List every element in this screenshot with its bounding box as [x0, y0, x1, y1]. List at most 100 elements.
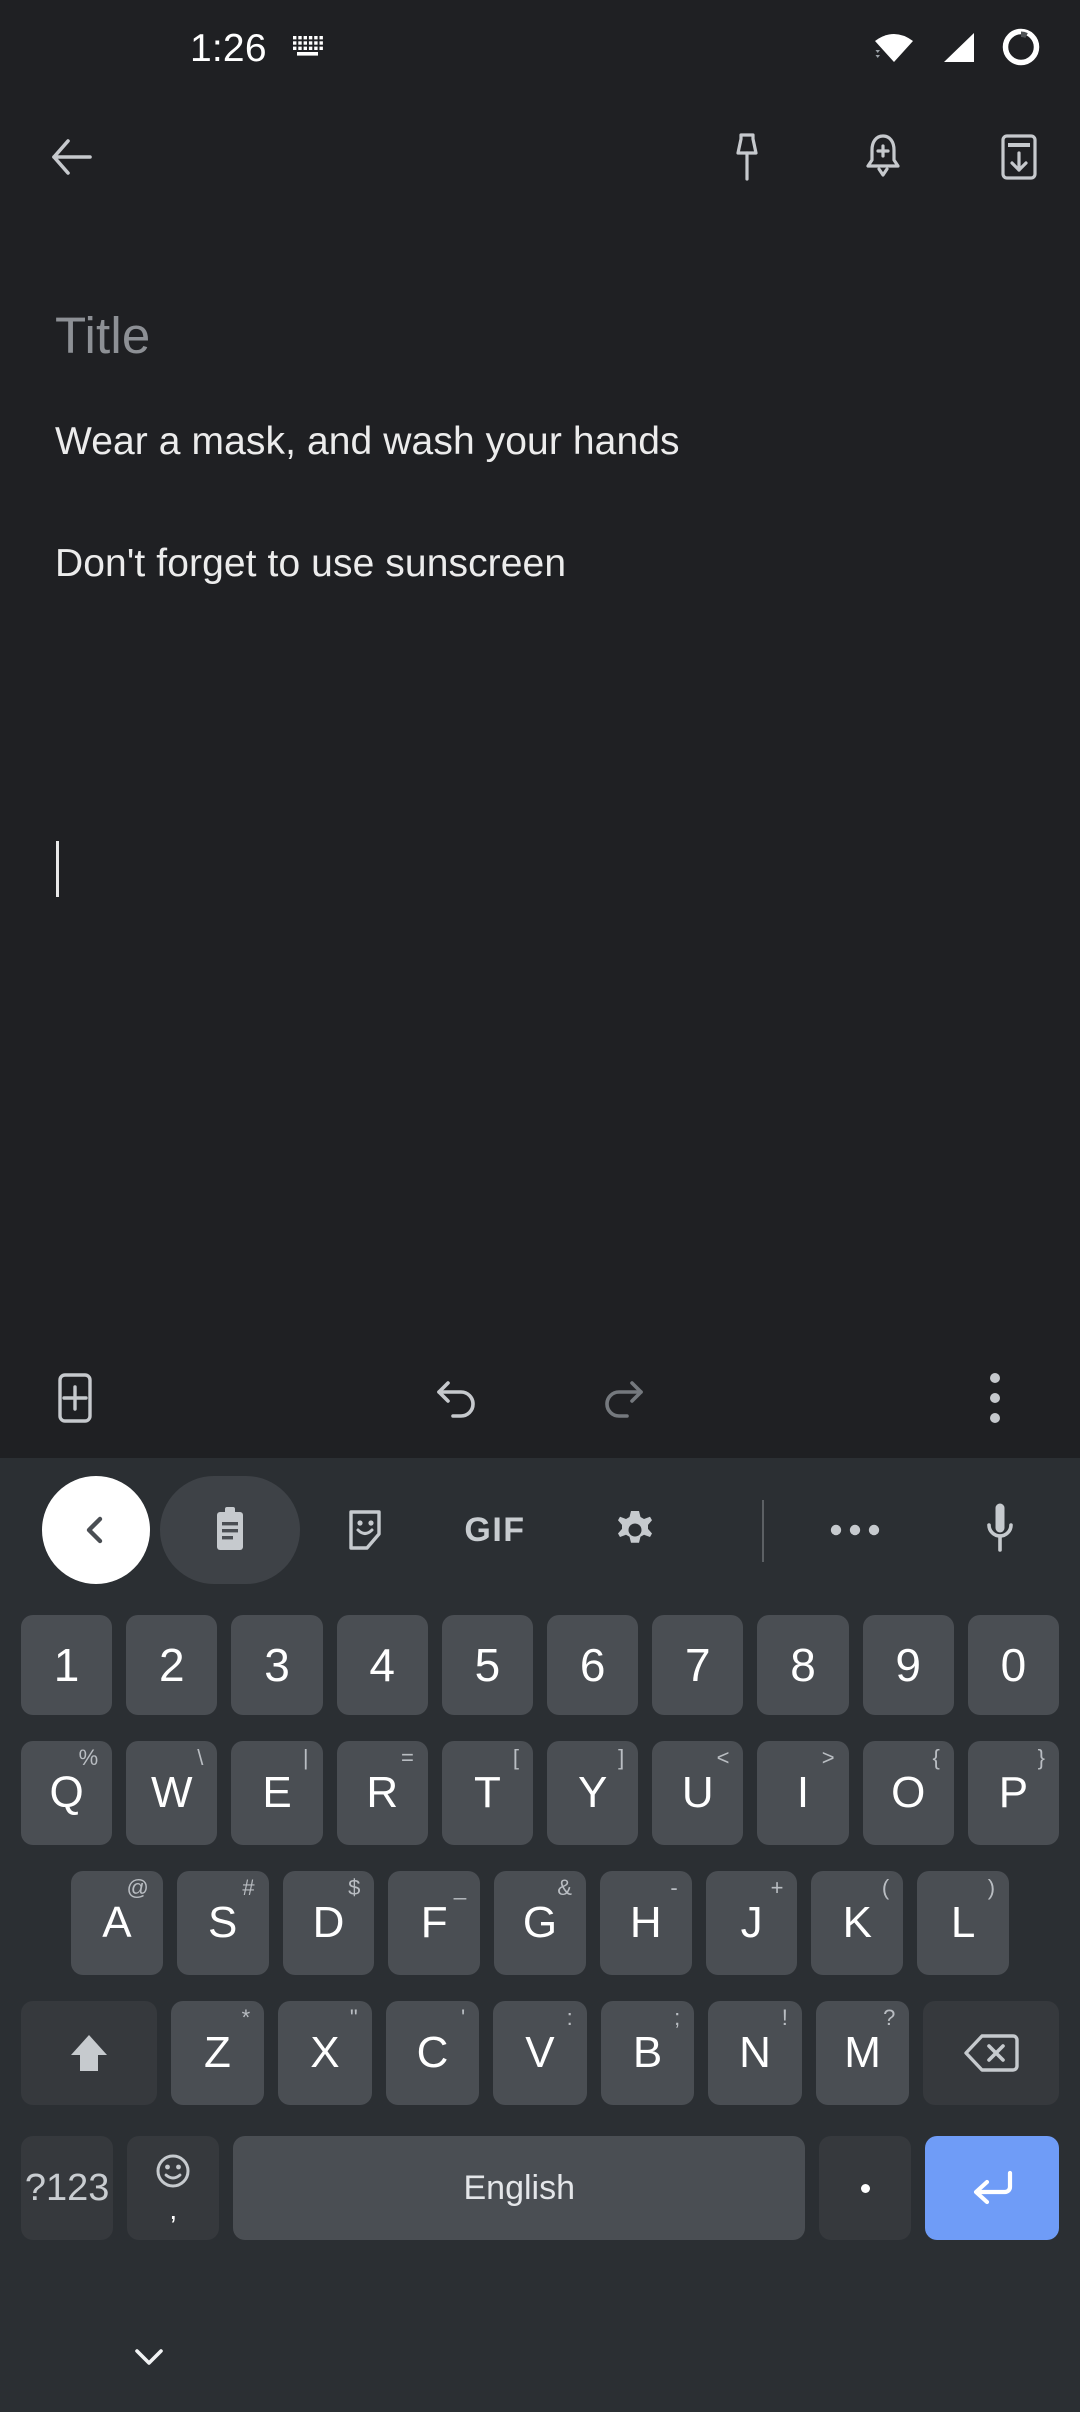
key-s[interactable]: # S — [176, 1871, 269, 1975]
key-4[interactable]: 4 — [336, 1615, 428, 1715]
key-hint: } — [1037, 1745, 1046, 1770]
app-bar — [0, 98, 1080, 216]
clipboard-icon[interactable] — [160, 1476, 300, 1584]
more-options-icon[interactable] — [958, 1361, 1032, 1435]
key-d[interactable]: $ D — [282, 1871, 375, 1975]
key-l[interactable]: ) L — [917, 1871, 1010, 1975]
key-label: 0 — [1000, 1639, 1027, 1691]
key-e[interactable]: | E — [231, 1741, 323, 1845]
key-n[interactable]: ! N — [708, 2001, 802, 2105]
key-v[interactable]: :V — [493, 2001, 587, 2105]
battery-ring-icon — [1000, 26, 1042, 73]
keyboard-row-top: % Q \ W | E = R[T] Y < U > I{O} P — [0, 1728, 1080, 1858]
key-j[interactable]: + J — [705, 1871, 798, 1975]
key-f[interactable]: _ F — [388, 1871, 481, 1975]
key-i[interactable]: > I — [757, 1741, 849, 1845]
key-hint: - — [670, 1875, 678, 1900]
emoji-smiley-icon — [156, 2154, 190, 2188]
key-hint: \ — [197, 1745, 204, 1770]
key-g[interactable]: & G — [494, 1871, 586, 1975]
reminder-bell-icon[interactable] — [838, 112, 928, 202]
key-y[interactable]: ] Y — [547, 1741, 639, 1845]
key-o[interactable]: {O — [862, 1741, 954, 1845]
gif-icon[interactable]: GIF — [440, 1476, 550, 1584]
key-hint: ] — [618, 1745, 625, 1770]
space-key[interactable]: English — [233, 2136, 806, 2240]
key-label: A — [102, 1898, 132, 1947]
key-label: 9 — [895, 1639, 922, 1691]
key-3[interactable]: 3 — [231, 1615, 323, 1715]
key-8[interactable]: 8 — [757, 1615, 849, 1715]
microphone-icon[interactable] — [950, 1476, 1050, 1584]
period-key[interactable] — [819, 2136, 912, 2240]
hide-keyboard-chevron-icon[interactable] — [128, 2343, 170, 2376]
emoji-key[interactable]: , — [127, 2136, 220, 2240]
key-hint: * — [241, 2005, 251, 2030]
key-label: R — [366, 1768, 399, 1817]
key-h[interactable]: -H — [599, 1871, 692, 1975]
key-r[interactable]: = R — [336, 1741, 428, 1845]
key-a[interactable]: @ A — [71, 1871, 163, 1975]
key-label: S — [207, 1898, 238, 1947]
key-9[interactable]: 9 — [862, 1615, 954, 1715]
key-hint: { — [932, 1745, 940, 1770]
key-p[interactable]: } P — [967, 1741, 1060, 1845]
key-label: C — [416, 2028, 449, 2077]
key-k[interactable]: (K — [811, 1871, 904, 1975]
status-bar: 1:26 — [0, 0, 1080, 98]
key-c[interactable]: ' C — [385, 2001, 480, 2105]
note-editor[interactable]: Title Wear a mask, and wash your hands D… — [0, 216, 1080, 1338]
key-hint: # — [242, 1875, 255, 1900]
note-title-input[interactable]: Title — [55, 306, 150, 365]
key-label: P — [998, 1768, 1029, 1817]
key-label: 2 — [159, 1639, 185, 1691]
key-hint: _ — [453, 1875, 467, 1900]
key-label: 1 — [53, 1639, 80, 1691]
key-t[interactable]: [T — [441, 1741, 534, 1845]
gear-icon[interactable] — [580, 1476, 690, 1584]
archive-icon[interactable] — [974, 112, 1064, 202]
enter-key[interactable] — [925, 2136, 1059, 2240]
key-label: Q — [49, 1768, 84, 1817]
app-bar-actions — [702, 112, 1064, 202]
key-label: Z — [203, 2028, 231, 2077]
overflow-dots-icon[interactable] — [800, 1476, 910, 1584]
symbols-key[interactable]: ?123 — [21, 2136, 114, 2240]
back-button[interactable] — [28, 112, 118, 202]
keyboard-row-bottom: * Z " X ' C: V; B! N? M — [0, 1988, 1080, 2118]
backspace-key[interactable] — [923, 2001, 1059, 2105]
key-label: 3 — [264, 1639, 290, 1691]
key-m[interactable]: ? M — [815, 2001, 910, 2105]
redo-icon[interactable] — [583, 1361, 657, 1435]
key-6[interactable]: 6 — [547, 1615, 639, 1715]
key-5[interactable]: 5 — [441, 1615, 534, 1715]
key-b[interactable]: ; B — [600, 2001, 695, 2105]
comma-sub-label: , — [169, 2194, 178, 2225]
note-bottom-toolbar — [0, 1338, 1080, 1458]
key-2[interactable]: 2 — [126, 1615, 218, 1715]
note-body-input[interactable]: Wear a mask, and wash your hands Don't f… — [55, 411, 1035, 594]
status-bar-left: 1:26 — [190, 27, 323, 71]
key-label: D — [312, 1898, 345, 1947]
key-u[interactable]: < U — [652, 1741, 744, 1845]
key-z[interactable]: * Z — [170, 2001, 265, 2105]
key-x[interactable]: " X — [278, 2001, 372, 2105]
keyboard-toolbar: GIF — [0, 1458, 1080, 1602]
key-q[interactable]: % Q — [21, 1741, 113, 1845]
sticker-icon[interactable] — [310, 1476, 420, 1584]
key-label: B — [632, 2028, 663, 2077]
toolbar-back-chevron-icon[interactable] — [42, 1476, 150, 1584]
key-hint: + — [770, 1875, 784, 1900]
key-1[interactable]: 1 — [21, 1615, 113, 1715]
key-hint: @ — [126, 1875, 149, 1900]
key-hint: | — [302, 1745, 309, 1770]
pin-icon[interactable] — [702, 112, 792, 202]
shift-key[interactable] — [21, 2001, 157, 2105]
status-bar-right — [872, 0, 1042, 98]
undo-icon[interactable] — [423, 1361, 497, 1435]
key-7[interactable]: 7 — [652, 1615, 744, 1715]
key-label: 6 — [579, 1639, 606, 1691]
key-0[interactable]: 0 — [967, 1615, 1060, 1715]
key-label: N — [739, 2028, 771, 2077]
key-w[interactable]: \ W — [126, 1741, 218, 1845]
